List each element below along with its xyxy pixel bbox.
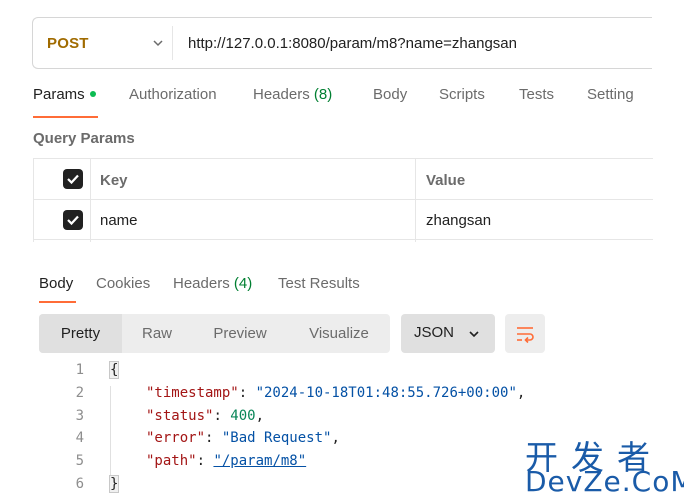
tab-authorization[interactable]: Authorization (129, 86, 217, 103)
tab-tests-label: Tests (519, 86, 555, 103)
row-checkbox[interactable] (63, 210, 83, 230)
tab-scripts[interactable]: Scripts (439, 86, 485, 103)
json-value: "Bad Request" (221, 430, 332, 446)
request-tabs: Params Authorization Headers (8) Body Sc… (33, 86, 684, 118)
active-response-tab-underline (39, 301, 76, 303)
code-line: "path": "/param/m8" (146, 453, 307, 469)
json-key: "error" (146, 430, 206, 446)
tab-body[interactable]: Body (373, 86, 407, 103)
view-pretty-button[interactable]: Pretty (39, 314, 122, 353)
format-label: JSON (414, 324, 455, 341)
column-value: Value (426, 172, 466, 189)
select-all-checkbox[interactable] (63, 169, 83, 189)
method-label: POST (47, 34, 89, 52)
tab-headers-label: Headers (253, 86, 310, 103)
response-tab-cookies[interactable]: Cookies (96, 275, 150, 292)
response-tab-test-results[interactable]: Test Results (278, 275, 360, 292)
table-border (90, 158, 91, 242)
view-preview-button[interactable]: Preview (192, 314, 288, 353)
line-number: 6 (75, 476, 84, 492)
response-tab-headers-label: Headers (173, 275, 230, 292)
tab-tests[interactable]: Tests (519, 86, 554, 103)
view-raw-button[interactable]: Raw (122, 314, 192, 353)
table-row: name zhangsan (33, 199, 653, 240)
param-value[interactable]: zhangsan (426, 212, 491, 229)
view-mode-group: Pretty Raw Preview Visualize (39, 314, 390, 353)
request-bar: POST http://127.0.0.1:8080/param/m8?name… (32, 17, 652, 69)
tab-headers[interactable]: Headers (8) (253, 86, 332, 103)
response-tab-test-results-label: Test Results (278, 275, 360, 292)
code-line: { (108, 361, 120, 379)
response-tab-body[interactable]: Body (39, 275, 73, 292)
table-header-row: Key Value (33, 158, 653, 199)
tab-headers-count: (8) (313, 86, 333, 103)
line-number: 2 (75, 385, 84, 401)
checkbox-checked-icon (67, 174, 79, 185)
watermark-en: DevZe.CoM (525, 465, 684, 498)
column-key: Key (100, 172, 128, 189)
divider (172, 26, 173, 60)
response-tab-cookies-label: Cookies (96, 275, 151, 292)
line-number: 3 (75, 408, 84, 424)
chevron-down-icon (469, 331, 479, 338)
query-params-title: Query Params (33, 130, 135, 147)
json-key: "path" (146, 453, 197, 469)
line-number: 4 (75, 430, 84, 446)
watermark: 开发者 DevZe.CoM (523, 431, 684, 499)
response-tab-headers-count: (4) (233, 275, 253, 292)
close-brace: } (108, 475, 120, 493)
tab-settings-label: Setting (587, 86, 634, 103)
json-key: "timestamp" (146, 385, 239, 401)
indent-guide (110, 386, 111, 478)
chevron-down-icon (153, 40, 163, 47)
checkbox-checked-icon (67, 215, 79, 226)
code-line: "status": 400, (146, 408, 265, 424)
param-key[interactable]: name (100, 212, 138, 229)
line-number: 5 (75, 453, 84, 469)
line-number: 1 (75, 362, 84, 378)
response-tab-headers[interactable]: Headers (4) (173, 275, 252, 292)
json-key: "status" (146, 408, 214, 424)
url-input[interactable]: http://127.0.0.1:8080/param/m8?name=zhan… (188, 18, 517, 68)
tab-params[interactable]: Params (33, 86, 96, 103)
active-tab-underline (33, 116, 98, 118)
code-line: } (108, 475, 120, 493)
json-link-value[interactable]: "/param/m8" (213, 453, 306, 469)
table-border (415, 158, 416, 242)
tab-settings[interactable]: Setting (587, 86, 634, 103)
params-indicator-icon (89, 91, 96, 98)
tab-authorization-label: Authorization (129, 86, 217, 103)
format-select[interactable]: JSON (401, 314, 495, 353)
json-value: "2024-10-18T01:48:55.726+00:00" (255, 385, 517, 401)
json-value: 400 (230, 408, 256, 424)
wrap-lines-icon (517, 327, 534, 344)
query-params-table: Key Value name zhangsan (33, 158, 653, 242)
tab-body-label: Body (373, 86, 408, 103)
wrap-lines-button[interactable] (505, 314, 545, 353)
response-tab-body-label: Body (39, 275, 74, 292)
code-line: "error": "Bad Request", (146, 430, 340, 446)
view-visualize-button[interactable]: Visualize (288, 314, 390, 353)
table-border (33, 158, 34, 242)
method-select[interactable]: POST (47, 18, 172, 68)
code-line: "timestamp": "2024-10-18T01:48:55.726+00… (146, 385, 526, 401)
tab-scripts-label: Scripts (439, 86, 485, 103)
open-brace: { (108, 361, 120, 379)
tab-params-label: Params (33, 86, 85, 103)
